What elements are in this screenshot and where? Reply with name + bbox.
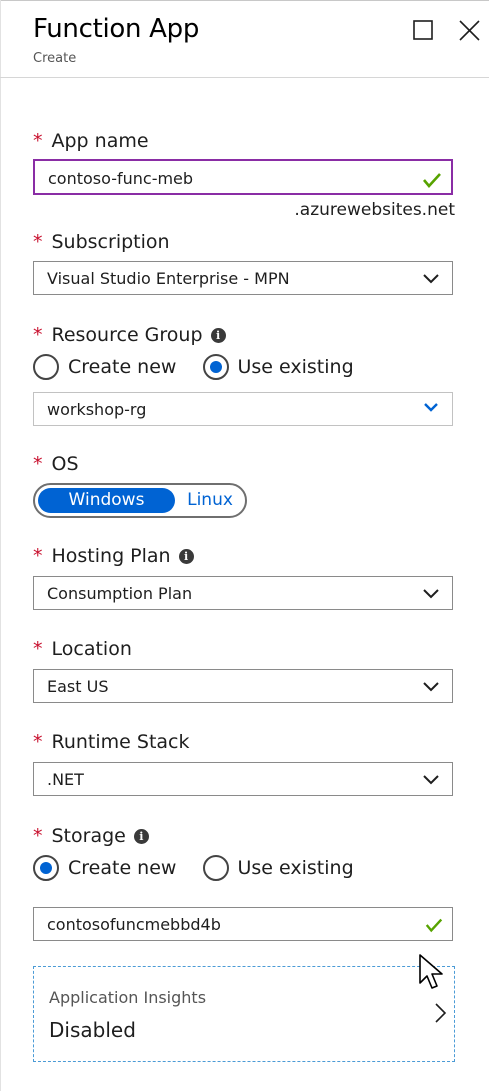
hosting-plan-label: * Hosting Plan i (33, 545, 194, 567)
resource-group-select[interactable]: workshop-rg (33, 392, 453, 426)
app-name-input[interactable]: contoso-func-meb (33, 159, 453, 195)
hosting-plan-value: Consumption Plan (47, 584, 193, 603)
resource-group-label: * Resource Group i (33, 324, 226, 346)
app-insights-section[interactable]: Application Insights Disabled (33, 966, 455, 1062)
storage-label-text: Storage (51, 825, 126, 847)
radio-button-selected[interactable] (33, 855, 59, 881)
info-icon[interactable]: i (133, 829, 149, 844)
hosting-plan-label-text: Hosting Plan (51, 545, 171, 567)
page-subtitle: Create (33, 51, 77, 66)
left-border (0, 0, 1, 1091)
os-option-linux[interactable]: Linux (175, 488, 245, 513)
chevron-down-icon (424, 403, 438, 412)
required-marker: * (33, 545, 43, 567)
chevron-down-icon (423, 274, 439, 284)
subscription-label-text: Subscription (51, 231, 170, 253)
domain-suffix: .azurewebsites.net (294, 200, 455, 220)
radio-button-selected[interactable] (202, 354, 229, 380)
close-icon (459, 20, 480, 41)
radio-button[interactable] (33, 354, 59, 380)
mouse-pointer-icon (419, 954, 443, 989)
resource-group-radios: Create new Use existing (33, 354, 374, 380)
required-marker: * (33, 638, 43, 660)
os-label: * OS (33, 453, 79, 475)
radio-label: Use existing (237, 356, 354, 378)
resource-group-create-new[interactable]: Create new (33, 354, 176, 380)
app-name-value: contoso-func-meb (48, 169, 194, 188)
required-marker: * (33, 453, 43, 475)
maximize-button[interactable] (409, 16, 437, 44)
info-icon[interactable]: i (210, 328, 226, 343)
os-option-windows[interactable]: Windows (38, 488, 175, 513)
radio-button[interactable] (202, 855, 229, 881)
storage-name-value: contosofuncmebbd4b (47, 915, 221, 934)
chevron-down-icon (423, 682, 439, 692)
hosting-plan-select[interactable]: Consumption Plan (33, 576, 453, 610)
storage-use-existing[interactable]: Use existing (202, 855, 354, 881)
app-name-label-text: App name (51, 130, 149, 152)
os-toggle: Windows Linux (33, 483, 247, 518)
app-name-label: * App name (33, 130, 149, 152)
chevron-down-icon (423, 589, 439, 599)
subscription-label: * Subscription (33, 231, 170, 253)
resource-group-value: workshop-rg (47, 400, 147, 419)
required-marker: * (33, 731, 43, 753)
checkmark-icon (425, 918, 443, 933)
subscription-value: Visual Studio Enterprise - MPN (47, 269, 290, 288)
required-marker: * (33, 324, 43, 346)
radio-label: Create new (68, 356, 177, 378)
storage-name-input[interactable]: contosofuncmebbd4b (33, 907, 453, 941)
radio-label: Use existing (237, 857, 354, 879)
storage-create-new[interactable]: Create new (33, 855, 176, 881)
app-insights-value: Disabled (49, 1018, 136, 1042)
runtime-stack-select[interactable]: .NET (33, 762, 453, 796)
runtime-stack-label: * Runtime Stack (33, 731, 190, 753)
storage-label: * Storage i (33, 825, 149, 847)
square-icon (413, 20, 433, 40)
app-insights-title: Application Insights (49, 988, 207, 1007)
required-marker: * (33, 825, 43, 847)
required-marker: * (33, 231, 43, 253)
info-icon[interactable]: i (178, 549, 194, 564)
location-label-text: Location (51, 638, 132, 660)
chevron-down-icon (423, 775, 439, 785)
location-value: East US (47, 677, 109, 696)
resource-group-label-text: Resource Group (51, 324, 203, 346)
subscription-select[interactable]: Visual Studio Enterprise - MPN (33, 261, 453, 295)
os-label-text: OS (51, 453, 79, 475)
blade-header: Function App Create (0, 0, 489, 78)
checkmark-icon (423, 173, 441, 188)
chevron-right-icon (435, 1003, 447, 1023)
location-select[interactable]: East US (33, 669, 453, 703)
close-button[interactable] (455, 16, 483, 44)
radio-label: Create new (68, 857, 177, 879)
resource-group-use-existing[interactable]: Use existing (202, 354, 354, 380)
location-label: * Location (33, 638, 132, 660)
required-marker: * (33, 130, 43, 152)
runtime-stack-value: .NET (47, 770, 84, 789)
page-title: Function App (33, 14, 200, 44)
runtime-stack-label-text: Runtime Stack (51, 731, 190, 753)
storage-radios: Create new Use existing (33, 855, 374, 881)
